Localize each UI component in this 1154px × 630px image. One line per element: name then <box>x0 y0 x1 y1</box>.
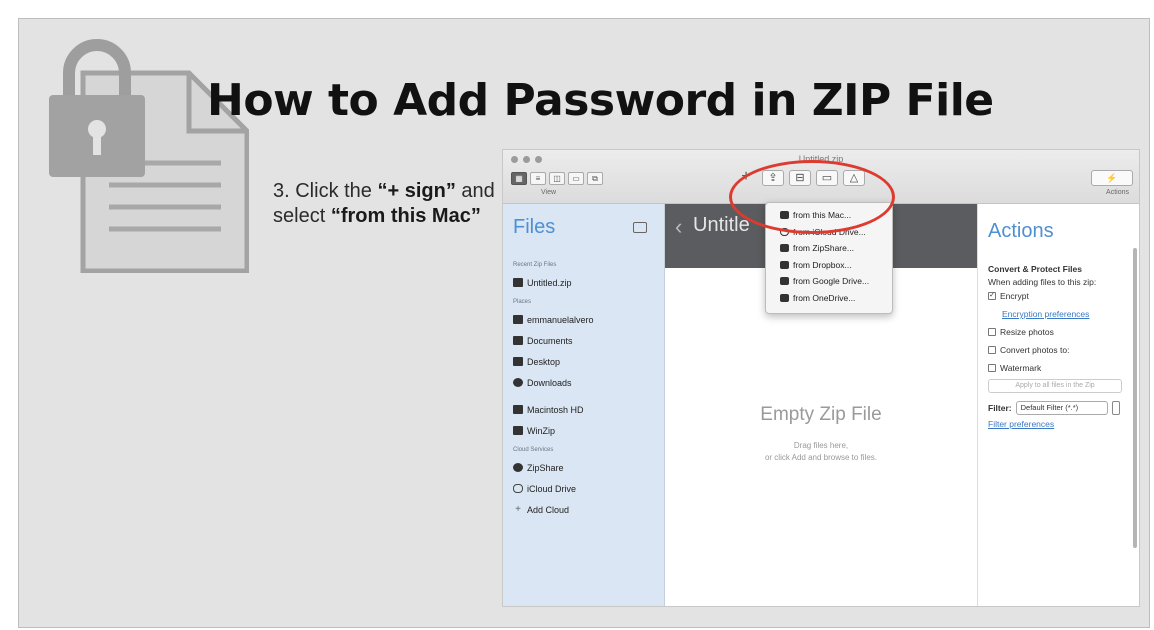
desktop-icon <box>513 357 523 366</box>
sidebar-item-zipshare[interactable]: ZipShare <box>513 457 661 478</box>
icloud-icon <box>513 484 523 493</box>
cloud-icon <box>513 463 523 472</box>
cloud-icon <box>780 244 789 253</box>
sidebar-item-label: Macintosh HD <box>527 404 584 415</box>
resize-label: Resize photos <box>1000 327 1054 337</box>
from-this-mac-text: “from this Mac” <box>330 205 481 227</box>
menu-item-label: from Dropbox... <box>793 259 852 270</box>
view-columns-button[interactable]: ◫ <box>549 172 565 185</box>
places-heading: Places <box>513 299 532 305</box>
sidebar-item-desktop[interactable]: Desktop <box>513 351 661 372</box>
watermark-checkbox[interactable] <box>988 364 996 372</box>
view-switcher: ▦ ≡ ◫ ▭ ⧉ <box>511 172 603 185</box>
sidebar-item-label: iCloud Drive <box>527 483 577 494</box>
plus-icon: + <box>515 504 521 515</box>
view-label: View <box>541 189 557 196</box>
dropbox-icon <box>780 260 789 269</box>
sidebar-item-label: Downloads <box>527 377 572 388</box>
convert-option[interactable]: Convert photos to: <box>988 341 1128 359</box>
sidebar-item-label: Desktop <box>527 356 561 367</box>
home-icon <box>513 315 523 324</box>
add-cloud-button[interactable]: + Add Cloud <box>513 499 661 520</box>
menu-item-label: from Google Drive... <box>793 276 870 287</box>
convert-checkbox[interactable] <box>988 346 996 354</box>
sidebar-item-label: emmanuelalvero <box>527 314 594 325</box>
convert-label: Convert photos to: <box>1000 345 1070 355</box>
documents-icon <box>513 336 523 345</box>
slide: How to Add Password in ZIP File 3. Click… <box>18 18 1150 628</box>
convert-protect-heading: Convert & Protect Files <box>988 264 1082 274</box>
apply-all-button[interactable]: Apply to all files in the Zip <box>988 379 1122 393</box>
resize-option[interactable]: Resize photos <box>988 323 1128 341</box>
menu-item-from-zipshare[interactable]: from ZipShare... <box>766 240 892 257</box>
view-sidebar-button[interactable]: ▦ <box>511 172 527 185</box>
view-gallery-button[interactable]: ▭ <box>568 172 584 185</box>
drive-icon <box>513 426 523 435</box>
actions-subtitle: When adding files to this zip: <box>988 277 1097 287</box>
actions-title: Actions <box>988 220 1054 242</box>
encrypt-label: Encrypt <box>1000 291 1029 301</box>
zip-name: Untitle <box>693 214 750 236</box>
encryption-preferences-link[interactable]: Encryption preferences <box>1002 309 1089 319</box>
plus-sign-text: “+ sign” <box>377 180 456 202</box>
actions-toolbar-button[interactable]: ⚡ <box>1091 170 1133 186</box>
sidebar-list: Recent Zip Files Untitled.zip Places emm… <box>513 256 661 520</box>
resize-checkbox[interactable] <box>988 328 996 336</box>
sidebar-item-label: ZipShare <box>527 462 564 473</box>
sidebar-item-label: Documents <box>527 335 573 346</box>
sidebar-toggle-icon[interactable] <box>633 222 647 233</box>
recent-heading: Recent Zip Files <box>513 262 557 268</box>
encrypt-option[interactable]: ✓ Encrypt <box>988 287 1128 305</box>
sidebar-item-downloads[interactable]: Downloads <box>513 372 661 393</box>
sidebar-item-icloud[interactable]: iCloud Drive <box>513 478 661 499</box>
watermark-label: Watermark <box>1000 363 1042 373</box>
google-drive-icon <box>780 277 789 286</box>
hard-drive-icon <box>513 405 523 414</box>
sidebar-item-documents[interactable]: Documents <box>513 330 661 351</box>
sidebar-item-home[interactable]: emmanuelalvero <box>513 309 661 330</box>
menu-item-from-google-drive[interactable]: from Google Drive... <box>766 273 892 290</box>
encrypt-checkbox[interactable]: ✓ <box>988 292 996 300</box>
menu-item-label: from OneDrive... <box>793 292 856 303</box>
sidebar-item-label: Untitled.zip <box>527 277 572 288</box>
sidebar-item-untitled-zip[interactable]: Untitled.zip <box>513 272 661 293</box>
locked-document-icon <box>49 39 249 273</box>
filter-preferences-link[interactable]: Filter preferences <box>988 419 1054 429</box>
downloads-icon <box>513 378 523 387</box>
menu-item-from-onedrive[interactable]: from OneDrive... <box>766 290 892 307</box>
empty-zip-hint: Drag files here, or click Add and browse… <box>665 440 977 464</box>
sidebar-item-label: Add Cloud <box>527 504 570 515</box>
filter-select[interactable]: Default Filter (*.*) <box>1015 401 1108 415</box>
sidebar-item-macintosh-hd[interactable]: Macintosh HD <box>513 399 661 420</box>
empty-zip-title: Empty Zip File <box>760 404 882 425</box>
hint-line-2: or click Add and browse to files. <box>764 453 878 462</box>
menu-item-from-dropbox[interactable]: from Dropbox... <box>766 257 892 274</box>
filter-stepper[interactable] <box>1111 401 1120 415</box>
sidebar-item-label: WinZip <box>527 425 556 436</box>
actions-scrollbar[interactable] <box>1133 248 1137 548</box>
actions-pane: Actions Convert & Protect Files When add… <box>977 204 1139 606</box>
actions-toolbar-label: Actions <box>1106 189 1129 196</box>
step-text: 3. Click the <box>273 180 378 202</box>
instruction-text: 3. Click the “+ sign” and select “from t… <box>273 179 505 229</box>
highlight-circle <box>729 160 895 234</box>
onedrive-icon <box>780 293 789 302</box>
actions-body: Convert & Protect Files When adding file… <box>988 264 1128 433</box>
cloud-heading: Cloud Services <box>513 447 554 453</box>
sidebar: Files Recent Zip Files Untitled.zip Plac… <box>503 204 665 606</box>
sidebar-title: Files <box>513 216 556 238</box>
winzip-window: Untitled.zip ▦ ≡ ◫ ▭ ⧉ View + ⇪ ⊟ ▭ △ ⚡ … <box>502 149 1140 607</box>
hint-line-1: Drag files here, <box>793 441 849 450</box>
page-title: How to Add Password in ZIP File <box>207 75 994 126</box>
filter-label: Filter: <box>988 403 1012 413</box>
view-cover-button[interactable]: ⧉ <box>587 172 603 185</box>
watermark-option[interactable]: Watermark <box>988 359 1128 377</box>
zip-file-icon <box>513 278 523 287</box>
view-list-button[interactable]: ≡ <box>530 172 546 185</box>
back-icon[interactable]: ‹ <box>675 214 682 240</box>
menu-item-label: from ZipShare... <box>793 243 854 254</box>
sidebar-item-winzip[interactable]: WinZip <box>513 420 661 441</box>
filter-row: Filter: Default Filter (*.*) <box>988 401 1128 415</box>
